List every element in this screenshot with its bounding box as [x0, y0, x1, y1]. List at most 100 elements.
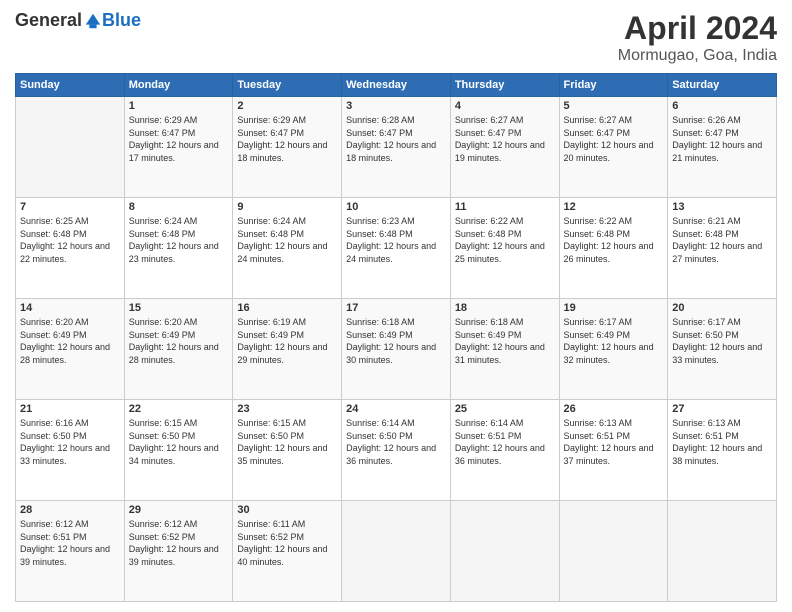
day-number: 11 — [455, 201, 555, 213]
day-number: 1 — [129, 100, 229, 112]
day-info: Sunrise: 6:23 AMSunset: 6:48 PMDaylight:… — [346, 215, 446, 265]
col-tuesday: Tuesday — [233, 74, 342, 97]
day-info: Sunrise: 6:24 AMSunset: 6:48 PMDaylight:… — [237, 215, 337, 265]
calendar-cell: 13 Sunrise: 6:21 AMSunset: 6:48 PMDayligh… — [668, 198, 777, 299]
day-number: 14 — [20, 302, 120, 314]
day-number: 6 — [672, 100, 772, 112]
calendar-cell: 24Sunrise: 6:14 AMSunset: 6:50 PMDayligh… — [342, 400, 451, 501]
day-info: Sunrise: 6:19 AMSunset: 6:49 PMDaylight:… — [237, 316, 337, 366]
col-wednesday: Wednesday — [342, 74, 451, 97]
day-info: Sunrise: 6:29 AMSunset: 6:47 PMDaylight:… — [129, 114, 229, 164]
day-number: 5 — [564, 100, 664, 112]
logo: General Blue — [15, 10, 141, 31]
logo-general: General — [15, 10, 82, 31]
day-info: Sunrise: 6:13 AMSunset: 6:51 PMDaylight:… — [564, 417, 664, 467]
day-number: 20 — [672, 302, 772, 314]
day-number: 7 — [20, 201, 120, 213]
calendar-week-row: 21 Sunrise: 6:16 AMSunset: 6:50 PMDayligh… — [16, 400, 777, 501]
calendar-subtitle: Mormugao, Goa, India — [618, 47, 777, 65]
col-sunday: Sunday — [16, 74, 125, 97]
logo-blue: Blue — [102, 10, 141, 31]
calendar-cell: 3Sunrise: 6:28 AMSunset: 6:47 PMDaylight… — [342, 97, 451, 198]
day-number: 15 — [129, 302, 229, 314]
calendar-cell: 10 Sunrise: 6:23 AMSunset: 6:48 PMDayligh… — [342, 198, 451, 299]
calendar-cell: 30Sunrise: 6:11 AMSunset: 6:52 PMDayligh… — [233, 501, 342, 602]
calendar-week-row: 28 Sunrise: 6:12 AMSunset: 6:51 PMDayligh… — [16, 501, 777, 602]
day-number: 19 — [564, 302, 664, 314]
calendar-cell: 17 Sunrise: 6:18 AMSunset: 6:49 PMDayligh… — [342, 299, 451, 400]
day-info: Sunrise: 6:29 AMSunset: 6:47 PMDaylight:… — [237, 114, 337, 164]
calendar-cell: 14Sunrise: 6:20 AMSunset: 6:49 PMDayligh… — [16, 299, 125, 400]
day-info: Sunrise: 6:27 AMSunset: 6:47 PMDaylight:… — [564, 114, 664, 164]
title-block: April 2024 Mormugao, Goa, India — [618, 10, 777, 65]
day-info: Sunrise: 6:16 AMSunset: 6:50 PMDaylight:… — [20, 417, 120, 467]
calendar-cell: 1 Sunrise: 6:29 AMSunset: 6:47 PMDaylight… — [124, 97, 233, 198]
calendar-cell — [16, 97, 125, 198]
calendar-cell: 2 Sunrise: 6:29 AMSunset: 6:47 PMDaylight… — [233, 97, 342, 198]
calendar-cell: 8 Sunrise: 6:24 AMSunset: 6:48 PMDaylight… — [124, 198, 233, 299]
day-info: Sunrise: 6:24 AMSunset: 6:48 PMDaylight:… — [129, 215, 229, 265]
day-number: 16 — [237, 302, 337, 314]
calendar-cell: 4Sunrise: 6:27 AMSunset: 6:47 PMDaylight… — [450, 97, 559, 198]
logo-icon — [84, 12, 102, 30]
calendar-cell: 6Sunrise: 6:26 AMSunset: 6:47 PMDaylight… — [668, 97, 777, 198]
day-info: Sunrise: 6:18 AMSunset: 6:49 PMDaylight:… — [346, 316, 446, 366]
calendar-cell — [342, 501, 451, 602]
day-number: 23 — [237, 403, 337, 415]
day-number: 10 — [346, 201, 446, 213]
calendar-cell — [559, 501, 668, 602]
calendar-cell: 12Sunrise: 6:22 AMSunset: 6:48 PMDayligh… — [559, 198, 668, 299]
day-number: 25 — [455, 403, 555, 415]
calendar-week-row: 14 Sunrise: 6:20 AMSunset: 6:49 PMDayligh… — [16, 299, 777, 400]
day-number: 27 — [672, 403, 772, 415]
day-info: Sunrise: 6:27 AMSunset: 6:47 PMDaylight:… — [455, 114, 555, 164]
day-number: 30 — [237, 504, 337, 516]
day-info: Sunrise: 6:22 AMSunset: 6:48 PMDaylight:… — [455, 215, 555, 265]
day-number: 22 — [129, 403, 229, 415]
col-friday: Friday — [559, 74, 668, 97]
day-number: 26 — [564, 403, 664, 415]
calendar-title: April 2024 — [618, 10, 777, 47]
calendar-cell: 21 Sunrise: 6:16 AMSunset: 6:50 PMDayligh… — [16, 400, 125, 501]
calendar-cell: 5 Sunrise: 6:27 AMSunset: 6:47 PMDaylight… — [559, 97, 668, 198]
day-number: 28 — [20, 504, 120, 516]
calendar-cell: 26 Sunrise: 6:13 AMSunset: 6:51 PMDayligh… — [559, 400, 668, 501]
calendar-week-row: 1 Sunrise: 6:29 AMSunset: 6:47 PMDaylight… — [16, 97, 777, 198]
day-info: Sunrise: 6:17 AMSunset: 6:49 PMDaylight:… — [564, 316, 664, 366]
col-monday: Monday — [124, 74, 233, 97]
day-number: 17 — [346, 302, 446, 314]
day-info: Sunrise: 6:15 AMSunset: 6:50 PMDaylight:… — [237, 417, 337, 467]
calendar-cell: 7 Sunrise: 6:25 AMSunset: 6:48 PMDaylight… — [16, 198, 125, 299]
calendar-cell: 20 Sunrise: 6:17 AMSunset: 6:50 PMDayligh… — [668, 299, 777, 400]
day-number: 18 — [455, 302, 555, 314]
day-info: Sunrise: 6:18 AMSunset: 6:49 PMDaylight:… — [455, 316, 555, 366]
calendar-cell: 16 Sunrise: 6:19 AMSunset: 6:49 PMDayligh… — [233, 299, 342, 400]
day-number: 9 — [237, 201, 337, 213]
calendar-cell: 15 Sunrise: 6:20 AMSunset: 6:49 PMDayligh… — [124, 299, 233, 400]
calendar-cell: 19 Sunrise: 6:17 AMSunset: 6:49 PMDayligh… — [559, 299, 668, 400]
day-info: Sunrise: 6:12 AMSunset: 6:52 PMDaylight:… — [129, 518, 229, 568]
logo-text: General Blue — [15, 10, 141, 31]
day-number: 2 — [237, 100, 337, 112]
calendar-header-row: Sunday Monday Tuesday Wednesday Thursday… — [16, 74, 777, 97]
page: General Blue April 2024 Mormugao, Goa, I… — [0, 0, 792, 612]
calendar-cell: 27 Sunrise: 6:13 AMSunset: 6:51 PMDayligh… — [668, 400, 777, 501]
day-info: Sunrise: 6:17 AMSunset: 6:50 PMDaylight:… — [672, 316, 772, 366]
calendar-cell — [450, 501, 559, 602]
day-info: Sunrise: 6:25 AMSunset: 6:48 PMDaylight:… — [20, 215, 120, 265]
day-number: 12 — [564, 201, 664, 213]
day-number: 13 — [672, 201, 772, 213]
calendar-cell: 29 Sunrise: 6:12 AMSunset: 6:52 PMDayligh… — [124, 501, 233, 602]
calendar-cell: 23 Sunrise: 6:15 AMSunset: 6:50 PMDayligh… — [233, 400, 342, 501]
calendar-cell: 11 Sunrise: 6:22 AMSunset: 6:48 PMDayligh… — [450, 198, 559, 299]
calendar-cell — [668, 501, 777, 602]
day-number: 8 — [129, 201, 229, 213]
day-number: 21 — [20, 403, 120, 415]
day-info: Sunrise: 6:21 AMSunset: 6:48 PMDaylight:… — [672, 215, 772, 265]
day-info: Sunrise: 6:20 AMSunset: 6:49 PMDaylight:… — [129, 316, 229, 366]
day-number: 29 — [129, 504, 229, 516]
day-info: Sunrise: 6:13 AMSunset: 6:51 PMDaylight:… — [672, 417, 772, 467]
day-info: Sunrise: 6:12 AMSunset: 6:51 PMDaylight:… — [20, 518, 120, 568]
calendar-cell: 18 Sunrise: 6:18 AMSunset: 6:49 PMDayligh… — [450, 299, 559, 400]
day-info: Sunrise: 6:14 AMSunset: 6:51 PMDaylight:… — [455, 417, 555, 467]
